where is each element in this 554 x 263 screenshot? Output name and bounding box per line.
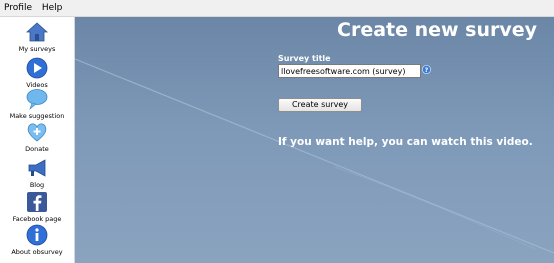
sidebar-item-my-surveys[interactable]: My surveys [0, 21, 74, 53]
menu-help[interactable]: Help [39, 0, 66, 16]
page-title: Create new survey [337, 19, 538, 41]
question-mark-icon[interactable]: ? [422, 65, 431, 74]
sidebar-item-label: Donate [25, 145, 49, 153]
sidebar-item-blog[interactable]: Blog [0, 157, 74, 189]
sidebar-item-label: Make suggestion [9, 112, 65, 120]
survey-title-label: Survey title [278, 54, 331, 63]
menu-bar: Profile Help [0, 0, 554, 17]
sidebar-item-label: About obsurvey [11, 248, 63, 256]
survey-title-input[interactable] [278, 64, 421, 78]
main-panel: Create new survey Survey title ? Create … [75, 17, 554, 263]
megaphone-icon [28, 159, 46, 177]
sidebar-item-label: My surveys [18, 45, 56, 53]
speech-bubble-icon [26, 89, 48, 110]
svg-text:?: ? [425, 67, 429, 74]
sidebar-item-label: Blog [29, 181, 45, 189]
menu-profile[interactable]: Profile [1, 0, 35, 16]
info-icon [26, 224, 48, 246]
heart-plus-icon [27, 123, 47, 142]
play-icon [26, 57, 48, 79]
facebook-icon [27, 192, 47, 212]
create-survey-button[interactable]: Create survey [278, 98, 362, 112]
home-icon [26, 22, 48, 42]
sidebar-item-label: Facebook page [12, 215, 62, 223]
help-video-link[interactable]: If you want help, you can watch this vid… [278, 136, 533, 148]
sidebar-item-facebook-page[interactable]: Facebook page [0, 191, 74, 223]
sidebar-item-videos[interactable]: Videos [0, 57, 74, 89]
sidebar-item-about-obsurvey[interactable]: About obsurvey [0, 224, 74, 256]
sidebar: My surveys Videos Make suggestion Donate… [0, 17, 75, 263]
sidebar-item-make-suggestion[interactable]: Make suggestion [0, 88, 74, 120]
sidebar-item-donate[interactable]: Donate [0, 121, 74, 153]
